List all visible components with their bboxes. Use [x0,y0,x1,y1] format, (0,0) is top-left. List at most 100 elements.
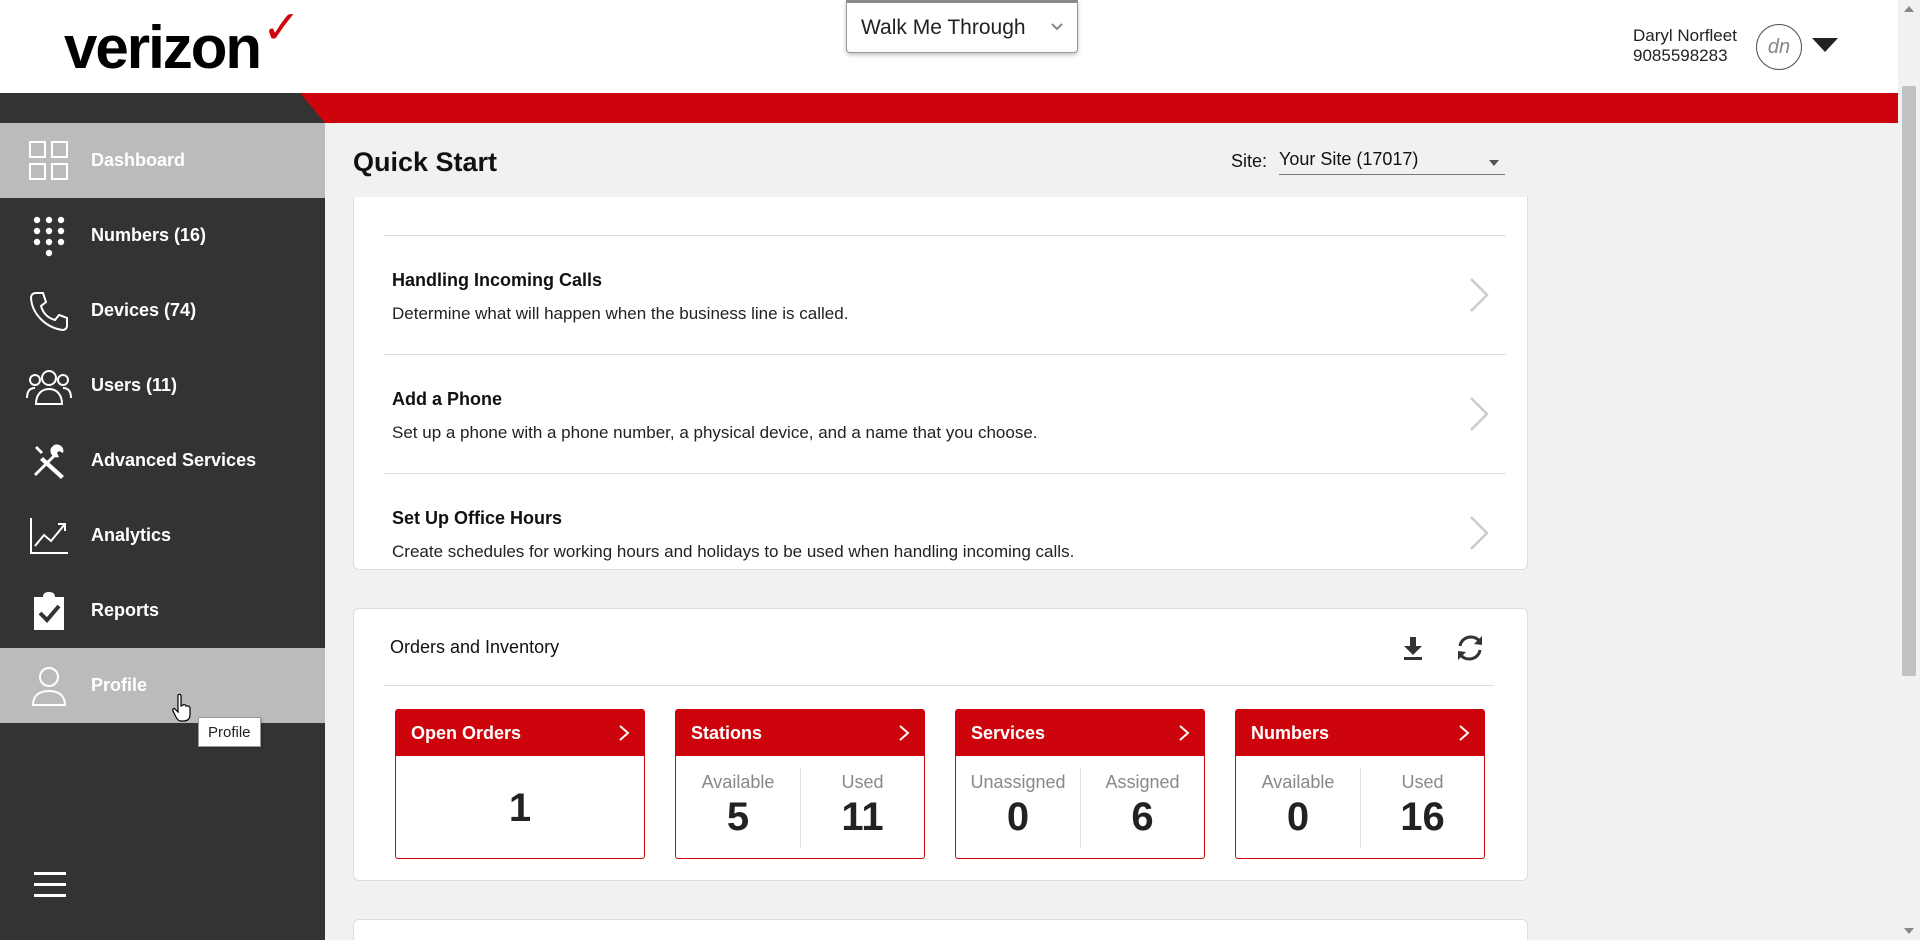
chevron-right-icon [899,725,910,741]
tile-numbers[interactable]: Numbers Available 0 Used 16 [1235,709,1485,859]
download-icon[interactable] [1401,635,1425,661]
sidebar-item-label: Dashboard [91,150,186,170]
tile-header: Open Orders [396,710,644,756]
walk-me-label: Walk Me Through [861,15,1026,39]
tile-header: Stations [676,710,924,756]
next-card [353,919,1528,940]
walk-me-through-dropdown[interactable]: Walk Me Through [846,0,1078,53]
tile-left-col: Available 5 [676,756,800,860]
tile-header: Numbers [1236,710,1484,756]
profile-person-icon [26,663,72,709]
verizon-logo[interactable]: verizon ✓ [64,1,301,81]
quick-start-item-desc: Create schedules for working hours and h… [392,542,1075,561]
tile-number: 11 [841,795,884,839]
tile-sub-label: Unassigned [970,772,1066,792]
logo-check-icon: ✓ [262,1,301,53]
tile-sub-label: Used [841,772,884,792]
chevron-down-icon [1051,23,1063,31]
page-scrollbar[interactable] [1898,0,1920,940]
tile-sub-label: Assigned [1105,772,1180,792]
tile-title: Services [971,722,1046,743]
sidebar-item-numbers[interactable]: Numbers (16) [0,198,325,273]
caret-down-icon [1489,160,1499,166]
user-phone: 9085598283 [1633,46,1728,65]
sidebar-item-dashboard[interactable]: Dashboard [0,123,325,198]
tile-stations[interactable]: Stations Available 5 Used 11 [675,709,925,859]
sidebar: Dashboard Numbers (16) Devices (74) User… [0,123,325,940]
sidebar-item-profile[interactable]: Profile [0,648,325,723]
chevron-right-icon [619,725,630,741]
tile-number: 16 [1400,795,1445,839]
quick-start-item[interactable]: Add a Phone Set up a phone with a phone … [384,354,1506,473]
chevron-right-icon [1470,516,1489,550]
tile-title: Open Orders [411,722,522,743]
orders-title: Orders and Inventory [390,637,560,657]
tile-sub-label: Available [701,772,775,792]
sidebar-item-advanced-services[interactable]: Advanced Services [0,423,325,498]
tile-number: 0 [1006,795,1030,839]
tile-right-col: Used 11 [800,768,924,848]
sidebar-item-label: Profile [91,675,148,695]
quick-start-item-title: Handling Incoming Calls [392,270,603,290]
phone-handset-icon [26,288,72,334]
quick-start-item-title: Set Up Office Hours [392,508,563,528]
quick-start-item-title: Add a Phone [392,389,503,409]
users-group-icon [26,363,72,409]
tile-open-orders[interactable]: Open Orders 1 [395,709,645,859]
tile-right-col: Assigned 6 [1080,768,1204,848]
tile-sub-label: Available [1261,772,1335,792]
user-info[interactable]: Daryl Norfleet 9085598283 [1633,26,1737,66]
sidebar-item-label: Devices (74) [91,300,197,320]
site-select[interactable]: Your Site (17017) [1279,149,1505,175]
dashboard-grid-icon [26,138,72,184]
tile-number: 5 [726,795,750,839]
sidebar-item-analytics[interactable]: Analytics [0,498,325,573]
quick-start-card: Handling Incoming Calls Determine what w… [353,197,1528,570]
tile-services[interactable]: Services Unassigned 0 Assigned 6 [955,709,1205,859]
tile-number: 6 [1131,795,1154,839]
sidebar-item-label: Numbers (16) [91,225,207,245]
scroll-down-arrow-icon[interactable] [1904,928,1914,934]
sidebar-item-label: Advanced Services [91,450,257,470]
hamburger-menu-icon[interactable] [32,870,68,900]
user-name: Daryl Norfleet [1633,26,1737,45]
chart-line-icon [26,513,72,559]
sidebar-item-users[interactable]: Users (11) [0,348,325,423]
quick-start-item-desc: Set up a phone with a phone number, a ph… [392,423,1038,442]
sidebar-item-label: Analytics [91,525,172,545]
quick-start-item[interactable]: Handling Incoming Calls Determine what w… [384,235,1506,354]
tile-left-col: Unassigned 0 [956,756,1080,860]
scroll-up-arrow-icon[interactable] [1904,6,1914,12]
quick-start-item-desc: Determine what will happen when the busi… [392,304,849,323]
chevron-right-icon [1470,397,1489,431]
quick-start-item[interactable]: Set Up Office Hours Create schedules for… [384,473,1506,592]
refresh-icon[interactable] [1455,633,1485,663]
sidebar-item-label: Reports [91,600,160,620]
tile-header: Services [956,710,1204,756]
chevron-right-icon [1470,278,1489,312]
orders-inventory-card: Orders and Inventory Open Orders 1 Stati… [353,608,1528,881]
clipboard-check-icon [26,588,72,634]
tile-right-col: Used 16 [1360,768,1484,848]
tile-number: 0 [1286,795,1310,839]
page-title: Quick Start [353,147,498,177]
sidebar-item-devices[interactable]: Devices (74) [0,273,325,348]
sidebar-item-reports[interactable]: Reports [0,573,325,648]
site-label: Site: [1231,151,1268,171]
sidebar-item-label: Users (11) [91,375,178,395]
header-stripe-red [300,93,1898,123]
divider [384,685,1494,686]
tile-title: Numbers [1251,722,1330,743]
logo-text: verizon [64,14,262,81]
user-menu-caret-icon[interactable] [1812,38,1838,52]
hand-cursor-icon [172,693,191,722]
avatar[interactable]: dn [1756,24,1802,70]
scroll-thumb[interactable] [1902,86,1916,676]
header-stripe-dark [0,93,325,123]
keypad-icon [26,213,72,259]
profile-tooltip: Profile [198,717,261,747]
site-select-value: Your Site (17017) [1279,149,1419,169]
tile-value: 1 [508,785,532,830]
main-content: Quick Start Site: Your Site (17017) Hand… [325,123,1898,940]
chevron-right-icon [1459,725,1470,741]
